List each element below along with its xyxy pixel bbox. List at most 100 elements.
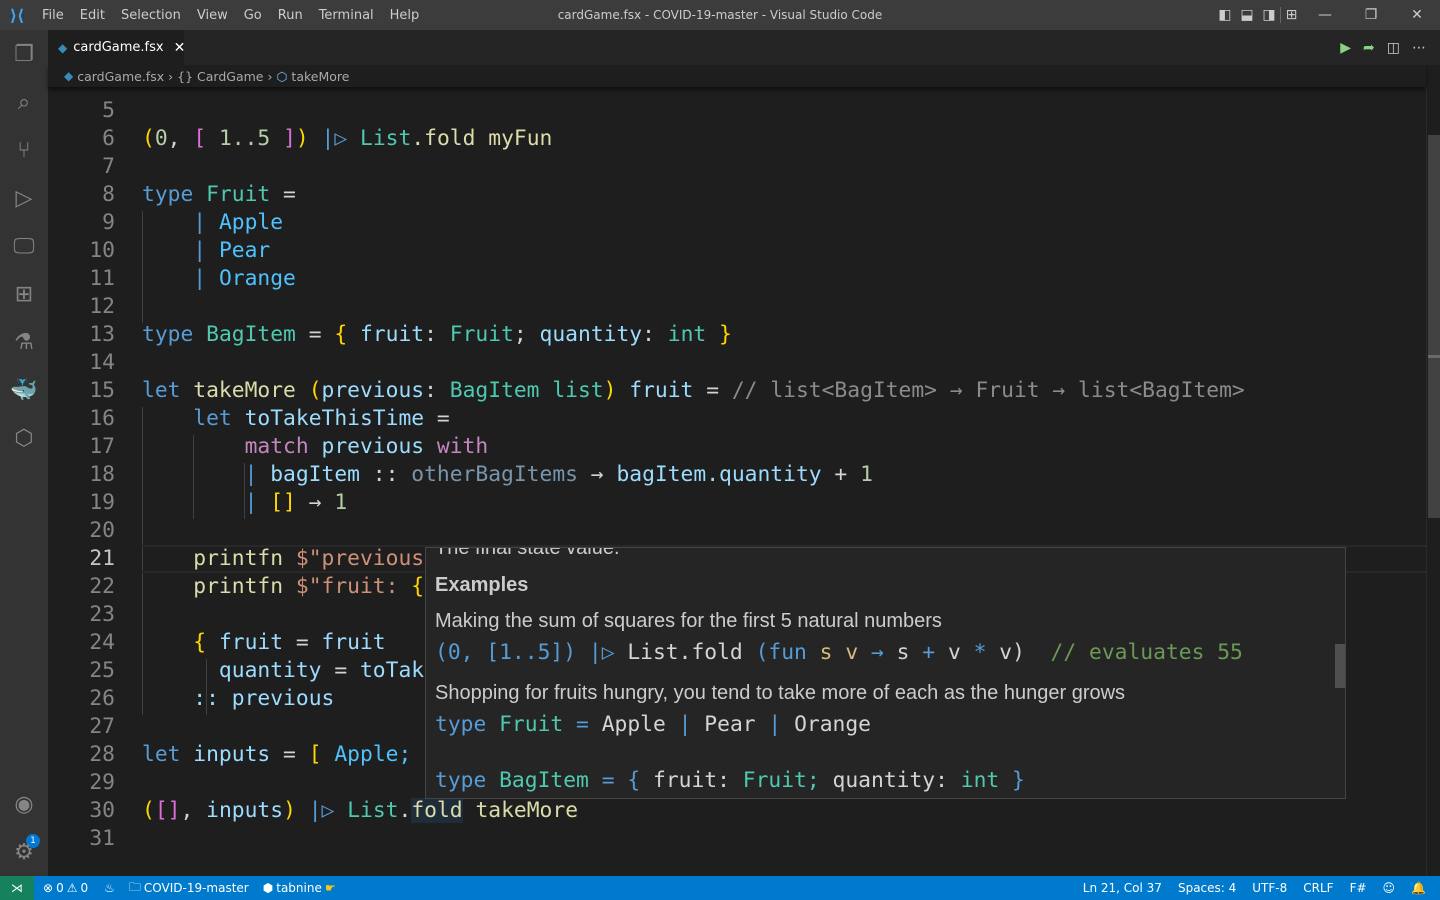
line-code: quantity = toTak bbox=[142, 657, 424, 685]
line-ending[interactable]: CRLF bbox=[1303, 881, 1333, 895]
line-code: let takeMore (previous: BagItem list) fr… bbox=[142, 377, 1245, 405]
live-share-icon[interactable]: ⬡ bbox=[0, 414, 48, 462]
minimize-button[interactable]: — bbox=[1302, 7, 1348, 23]
code-token: : bbox=[642, 322, 668, 347]
code-token: with bbox=[436, 434, 489, 459]
line-code: let toTakeThisTime = bbox=[142, 405, 450, 433]
chevron-right-icon: › bbox=[168, 68, 174, 84]
run-debug-icon[interactable]: ▷ bbox=[0, 174, 48, 222]
more-actions-icon[interactable]: ⋯ bbox=[1412, 40, 1426, 56]
hover-scrollbar-thumb[interactable] bbox=[1335, 644, 1345, 688]
menu-file[interactable]: File bbox=[42, 8, 64, 23]
tab-label: cardGame.fsx bbox=[73, 40, 164, 55]
code-token: takeMore bbox=[462, 798, 579, 823]
send-to-fsi-icon[interactable]: ➦ bbox=[1363, 40, 1375, 56]
problems-indicator[interactable]: ⊗ 0 ⚠ 0 bbox=[43, 881, 88, 895]
line-number: 19 bbox=[89, 490, 115, 515]
folder-indicator[interactable]: 🗀 COVID-19-master bbox=[129, 878, 249, 899]
menu-selection[interactable]: Selection bbox=[121, 8, 181, 23]
warning-count: 0 bbox=[80, 881, 89, 895]
code-token: :: bbox=[359, 462, 412, 487]
close-window-button[interactable]: ✕ bbox=[1394, 7, 1440, 23]
tabnine-icon: ⬢ bbox=[262, 881, 274, 895]
code-token: BagItem bbox=[193, 322, 296, 347]
line-number: 10 bbox=[89, 238, 115, 263]
toggle-panel-icon[interactable]: ⬓ bbox=[1236, 7, 1258, 23]
code-token: { bbox=[334, 322, 348, 347]
code-token: | bbox=[142, 266, 219, 291]
chevron-right-icon: › bbox=[267, 68, 273, 84]
breadcrumb-symbol[interactable]: takeMore bbox=[291, 69, 349, 84]
line-number: 14 bbox=[89, 350, 115, 375]
code-token: int bbox=[960, 768, 1013, 793]
customize-layout-icon[interactable]: ⊞ bbox=[1280, 7, 1302, 23]
menu-terminal[interactable]: Terminal bbox=[319, 8, 374, 23]
toggle-sidebar-icon[interactable]: ◧ bbox=[1214, 7, 1236, 23]
code-token: BagItem list bbox=[449, 378, 604, 403]
code-line: 17 match previous with bbox=[48, 433, 1426, 461]
source-control-icon[interactable]: ⑂ bbox=[0, 126, 48, 174]
code-token: = bbox=[424, 406, 450, 431]
code-token: List.fold bbox=[627, 640, 756, 665]
encoding[interactable]: UTF-8 bbox=[1252, 881, 1287, 895]
code-token: s bbox=[896, 640, 923, 665]
toggle-secondary-sidebar-icon[interactable]: ◨ bbox=[1258, 7, 1280, 23]
menu-help[interactable]: Help bbox=[390, 8, 420, 23]
docker-icon[interactable]: 🐳 bbox=[0, 366, 48, 414]
breadcrumb-module[interactable]: CardGame bbox=[197, 69, 263, 84]
scrollbar-thumb[interactable] bbox=[1428, 135, 1440, 518]
activity-bar: ❐ ⌕ ⑂ ▷ 🖵 ⊞ ⚗ 🐳 ⬡ ◉ 1 ⚙ bbox=[0, 30, 48, 876]
menu-run[interactable]: Run bbox=[278, 8, 303, 23]
line-code: type BagItem = { fruit: Fruit; quantity:… bbox=[142, 321, 732, 349]
code-token: fruit bbox=[321, 630, 386, 655]
tab-cardgame[interactable]: ◆ cardGame.fsx ✕ bbox=[48, 30, 186, 65]
menu-view[interactable]: View bbox=[197, 8, 228, 23]
code-token: , bbox=[180, 798, 207, 823]
code-token: : bbox=[424, 378, 450, 403]
breadcrumb-file[interactable]: cardGame.fsx bbox=[77, 69, 164, 84]
indentation[interactable]: Spaces: 4 bbox=[1178, 881, 1236, 895]
line-number: 5 bbox=[102, 98, 115, 123]
remote-indicator-icon[interactable]: ⋊ bbox=[0, 876, 34, 900]
line-number: 25 bbox=[89, 658, 115, 683]
feedback-icon[interactable]: ☺ bbox=[1383, 881, 1396, 895]
breadcrumb: ◆ cardGame.fsx › {} CardGame › ⬡ takeMore bbox=[48, 65, 1426, 87]
hover-code-3: type BagItem = { fruit: Fruit; quantity:… bbox=[435, 768, 1025, 793]
code-token: Apple bbox=[218, 210, 284, 235]
code-token: BagItem bbox=[499, 768, 602, 793]
line-number: 29 bbox=[89, 770, 115, 795]
extensions-icon[interactable]: ⊞ bbox=[0, 270, 48, 318]
accounts-icon[interactable]: ◉ bbox=[0, 780, 48, 828]
tabnine-indicator[interactable]: ⬢ tabnine ☛ bbox=[263, 881, 336, 895]
remote-explorer-icon[interactable]: 🖵 bbox=[0, 222, 48, 270]
cursor-position[interactable]: Ln 21, Col 37 bbox=[1083, 881, 1162, 895]
menu-go[interactable]: Go bbox=[244, 8, 262, 23]
split-editor-icon[interactable]: ◫ bbox=[1387, 40, 1400, 56]
settings-gear-icon[interactable]: ⚙ bbox=[0, 828, 48, 876]
code-line: 7 bbox=[48, 153, 1426, 181]
run-icon[interactable]: ▶ bbox=[1340, 40, 1351, 56]
explorer-icon[interactable]: ❐ bbox=[0, 30, 48, 78]
language-mode[interactable]: F# bbox=[1350, 881, 1367, 895]
code-token: let bbox=[142, 742, 181, 767]
code-token: fold bbox=[411, 798, 463, 823]
line-number: 7 bbox=[102, 154, 115, 179]
line-code: | Apple bbox=[142, 209, 283, 237]
testing-icon[interactable]: ⚗ bbox=[0, 318, 48, 366]
code-line: 8 type Fruit = bbox=[48, 181, 1426, 209]
code-token: → bbox=[870, 640, 897, 665]
restore-button[interactable]: ❐ bbox=[1348, 7, 1394, 23]
code-token: Fruit bbox=[499, 712, 577, 737]
menu-bar: File Edit Selection View Go Run Terminal Help bbox=[34, 8, 427, 23]
code-token: = bbox=[270, 182, 296, 207]
code-line: 15 let takeMore (previous: BagItem list) … bbox=[48, 377, 1426, 405]
code-token: |▷ bbox=[588, 640, 628, 665]
search-icon[interactable]: ⌕ bbox=[0, 78, 48, 126]
menu-edit[interactable]: Edit bbox=[80, 8, 105, 23]
editor-scrollbar[interactable] bbox=[1426, 87, 1440, 876]
line-number: 20 bbox=[89, 518, 115, 543]
line-number: 21 bbox=[89, 546, 115, 571]
notifications-bell-icon[interactable]: 🔔 bbox=[1411, 881, 1426, 895]
flame-icon[interactable]: ♨ bbox=[104, 881, 115, 895]
close-tab-icon[interactable]: ✕ bbox=[174, 40, 186, 56]
